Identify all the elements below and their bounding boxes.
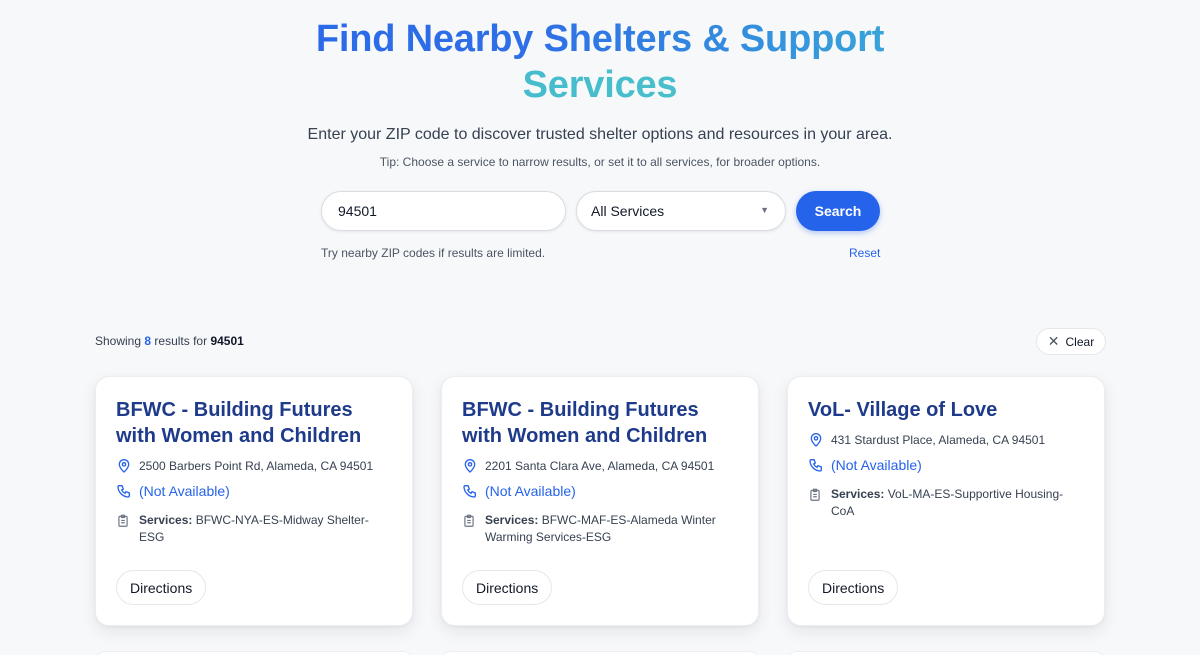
reset-link[interactable]: Reset (849, 246, 880, 260)
services-label: Services: (139, 513, 193, 527)
results-count: 8 (144, 334, 152, 348)
close-icon: ✕ (1047, 333, 1060, 349)
shelter-name: BFWC - Building Futures with Women and C… (116, 399, 362, 447)
shelter-name: BFWC - Building Futures with Women and C… (462, 399, 708, 447)
results-middle: results for (154, 334, 208, 348)
shelter-services-row: Services: VoL-MA-ES-Supportive Housing-C… (808, 486, 1084, 520)
shelter-address-row: 2500 Barbers Point Rd, Alameda, CA 94501 (116, 458, 392, 475)
map-pin-icon (464, 459, 476, 473)
service-select[interactable]: All Services ▼ (576, 191, 786, 231)
shelter-services: Services: VoL-MA-ES-Supportive Housing-C… (831, 486, 1084, 520)
results-summary: Showing 8 results for 94501 (95, 334, 244, 348)
shelter-phone[interactable]: (Not Available) (485, 483, 576, 500)
phone-icon (809, 459, 822, 472)
shelter-address-row: 2201 Santa Clara Ave, Alameda, CA 94501 (462, 458, 738, 475)
shelter-phone[interactable]: (Not Available) (831, 457, 922, 474)
search-hint: Try nearby ZIP codes if results are limi… (321, 246, 546, 260)
shelter-phone-row[interactable]: (Not Available) (808, 457, 1084, 474)
page-title: Find Nearby Shelters & Support Services (0, 16, 1200, 108)
shelter-phone[interactable]: (Not Available) (139, 483, 230, 500)
shelter-card-peek (787, 651, 1105, 655)
results-zip: 94501 (210, 334, 244, 348)
chevron-down-icon: ▼ (760, 205, 769, 215)
directions-button[interactable]: Directions (116, 570, 207, 605)
results-prefix: Showing (95, 334, 142, 348)
page-title-line-2: Services (0, 62, 1200, 108)
clipboard-icon (118, 514, 128, 527)
shelter-card: BFWC - Building Futures with Women and C… (441, 376, 759, 626)
shelter-address: 2500 Barbers Point Rd, Alameda, CA 94501 (139, 459, 374, 473)
directions-button[interactable]: Directions (462, 570, 553, 605)
services-label: Services: (831, 487, 885, 501)
map-pin-icon (810, 433, 822, 447)
shelter-card-peek (441, 651, 759, 655)
search-button[interactable]: Search (796, 191, 880, 231)
shelter-card: VoL- Village of Love 431 Stardust Place,… (787, 376, 1105, 626)
phone-icon (463, 485, 476, 498)
service-select-value: All Services (591, 203, 665, 219)
clipboard-icon (810, 488, 820, 501)
shelter-services: Services: BFWC-NYA-ES-Midway Shelter-ESG (139, 512, 392, 546)
shelter-card: BFWC - Building Futures with Women and C… (95, 376, 413, 626)
phone-icon (117, 485, 130, 498)
shelter-card-peek (95, 651, 413, 655)
search-tip: Tip: Choose a service to narrow results,… (379, 155, 821, 169)
clipboard-icon (464, 514, 474, 527)
page-subtitle: Enter your ZIP code to discover trusted … (307, 126, 893, 143)
shelter-phone-row[interactable]: (Not Available) (116, 483, 392, 500)
directions-button[interactable]: Directions (808, 570, 899, 605)
shelter-services-row: Services: BFWC-NYA-ES-Midway Shelter-ESG (116, 512, 392, 546)
page-title-line-1: Find Nearby Shelters & Support (0, 16, 1200, 62)
map-pin-icon (118, 459, 130, 473)
page: Find Nearby Shelters & Support Services … (0, 0, 1200, 655)
clear-button-label: Clear (1065, 334, 1095, 349)
shelter-phone-row[interactable]: (Not Available) (462, 483, 738, 500)
services-label: Services: (485, 513, 539, 527)
shelter-services-row: Services: BFWC-MAF-ES-Alameda Winter War… (462, 512, 738, 546)
shelter-address-row: 431 Stardust Place, Alameda, CA 94501 (808, 432, 1084, 449)
shelter-address: 2201 Santa Clara Ave, Alameda, CA 94501 (485, 459, 715, 473)
shelter-services: Services: BFWC-MAF-ES-Alameda Winter War… (485, 512, 738, 546)
shelter-address: 431 Stardust Place, Alameda, CA 94501 (831, 433, 1046, 447)
zip-code-input[interactable] (321, 191, 566, 231)
clear-button[interactable]: ✕ Clear (1036, 328, 1106, 355)
shelter-name: VoL- Village of Love (808, 399, 998, 421)
